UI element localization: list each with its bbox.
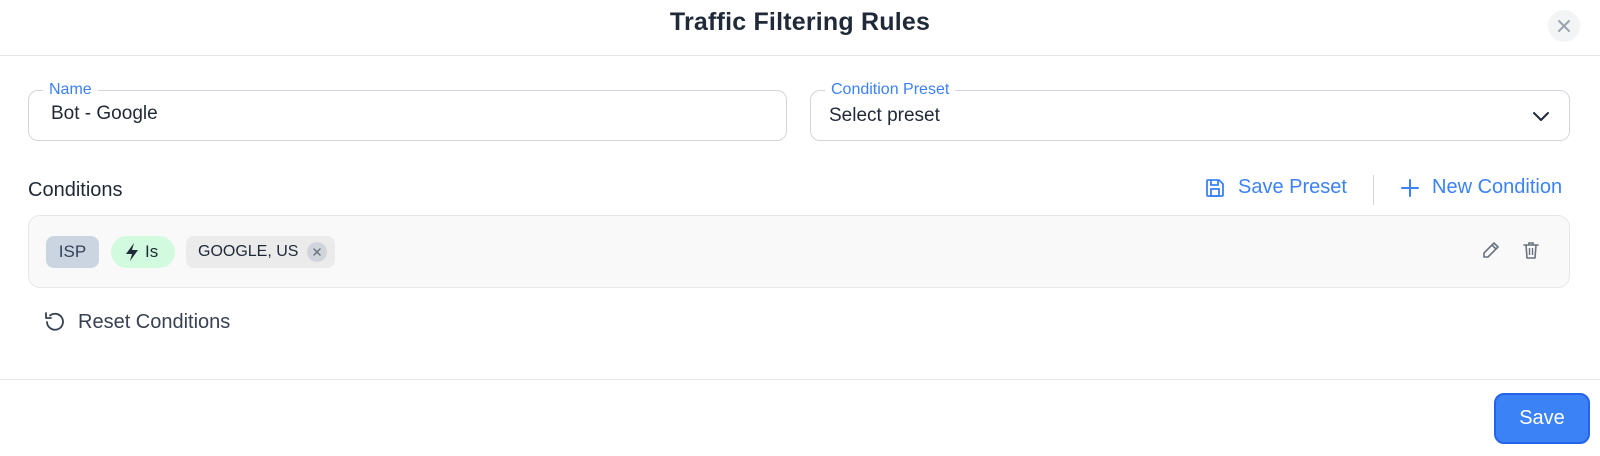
dialog-header: Traffic Filtering Rules: [0, 0, 1600, 56]
condition-preset-label: Condition Preset: [825, 80, 956, 100]
condition-field-chip[interactable]: ISP: [46, 236, 99, 268]
reset-icon: [45, 312, 64, 331]
save-preset-label: Save Preset: [1238, 176, 1347, 198]
trash-icon[interactable]: [1521, 240, 1541, 260]
conditions-heading: Conditions: [28, 179, 123, 201]
condition-preset-value: Select preset: [829, 105, 940, 126]
new-condition-label: New Condition: [1432, 176, 1563, 198]
condition-value-chip[interactable]: GOOGLE, US: [186, 236, 335, 268]
save-button[interactable]: Save: [1494, 393, 1590, 444]
save-preset-button[interactable]: Save Preset: [1204, 176, 1347, 199]
condition-operator-chip[interactable]: Is: [111, 236, 175, 268]
condition-field-label: ISP: [58, 242, 87, 261]
close-icon: [313, 248, 321, 256]
edit-icon[interactable]: [1481, 240, 1501, 260]
reset-conditions-button[interactable]: Reset Conditions: [42, 309, 230, 335]
dialog-title: Traffic Filtering Rules: [669, 8, 931, 36]
remove-value-button[interactable]: [307, 242, 327, 262]
condition-row: ISP Is GOOGLE, US: [28, 215, 1570, 288]
condition-preset-select[interactable]: Condition Preset Select preset: [810, 80, 1570, 141]
name-input[interactable]: [51, 103, 751, 125]
condition-operator-label: Is: [145, 242, 159, 261]
reset-conditions-label: Reset Conditions: [78, 310, 231, 333]
close-icon: [1558, 20, 1570, 32]
condition-value-label: GOOGLE, US: [198, 243, 299, 260]
save-icon: [1206, 178, 1224, 197]
name-field[interactable]: Name: [28, 80, 787, 141]
name-label: Name: [43, 80, 98, 100]
chevron-down-icon: [1533, 112, 1549, 121]
footer-divider: [0, 379, 1600, 380]
lightning-icon: [126, 243, 138, 261]
close-button[interactable]: [1548, 10, 1580, 42]
new-condition-button[interactable]: New Condition: [1400, 176, 1562, 199]
actions-divider: [1373, 175, 1374, 205]
plus-icon: [1401, 178, 1419, 197]
